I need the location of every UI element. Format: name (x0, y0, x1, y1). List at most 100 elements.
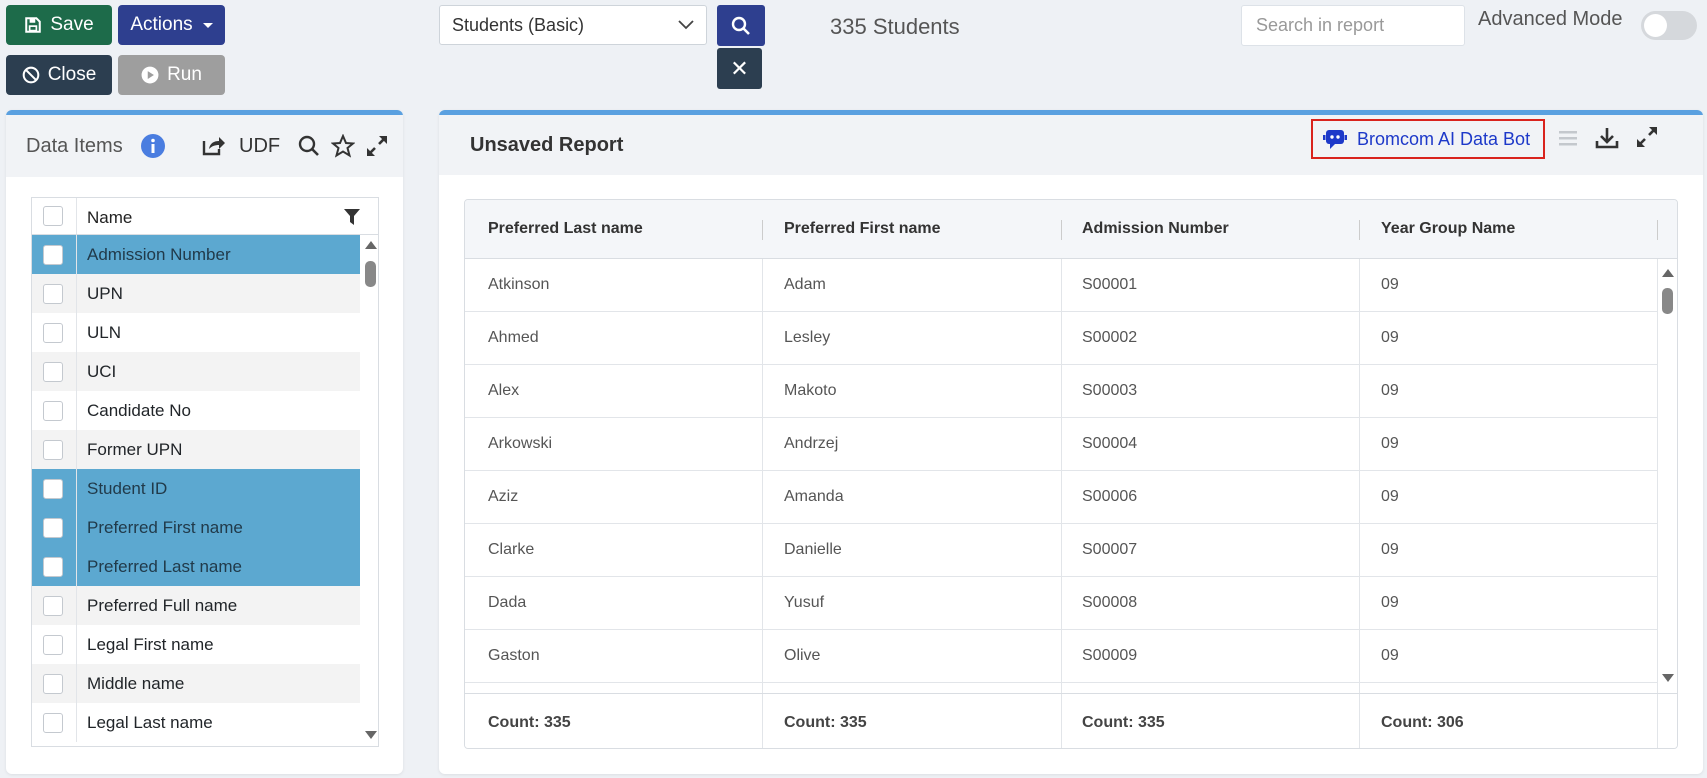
item-checkbox[interactable] (43, 361, 63, 382)
chevron-down-icon (678, 20, 694, 30)
footer-count-last-name: Count: 335 (488, 714, 571, 731)
advanced-mode-toggle[interactable] (1641, 11, 1697, 40)
list-item-label: Admission Number (87, 245, 231, 264)
list-item-label: Middle name (87, 674, 185, 693)
clear-button[interactable]: ✕ (717, 48, 762, 89)
cell-last-name: Alex (488, 382, 520, 399)
expand-icon[interactable] (1636, 126, 1658, 153)
select-all-checkbox[interactable] (43, 206, 63, 226)
expand-icon[interactable] (364, 133, 390, 159)
scroll-thumb[interactable] (1662, 288, 1673, 314)
star-icon[interactable] (330, 133, 356, 159)
cell-year-group: 09 (1381, 435, 1399, 452)
cell-first-name: Adam (784, 276, 826, 293)
advanced-mode-label: Advanced Mode (1478, 8, 1623, 30)
list-item[interactable]: Preferred Full name (32, 586, 360, 625)
data-items-table: Name Admission Number UPN ULN UCI Candidate … (31, 197, 379, 747)
actions-label: Actions (130, 14, 193, 35)
item-checkbox[interactable] (43, 712, 63, 733)
item-checkbox[interactable] (43, 439, 63, 460)
floppy-disk-icon (25, 17, 42, 33)
report-title: Unsaved Report (470, 134, 624, 156)
item-checkbox[interactable] (43, 595, 63, 616)
cell-last-name: Dada (488, 594, 527, 611)
list-item-label: ULN (87, 323, 122, 342)
report-search-input[interactable] (1241, 5, 1465, 46)
ban-icon (22, 66, 40, 84)
cell-first-name: Yusuf (784, 594, 825, 611)
share-export-icon[interactable] (200, 133, 226, 159)
run-button[interactable]: Run (118, 55, 225, 95)
search-icon (731, 16, 750, 35)
scroll-thumb[interactable] (365, 261, 376, 287)
cell-year-group: 09 (1381, 276, 1399, 293)
cell-last-name: Gaston (488, 647, 540, 664)
cell-admission-number: S00003 (1082, 382, 1138, 399)
item-checkbox[interactable] (43, 283, 63, 304)
data-items-panel: Data Items UDF Name Admission Number UPN U… (6, 110, 403, 774)
scroll-down-icon[interactable] (1662, 674, 1674, 682)
list-item[interactable]: Preferred First name (32, 508, 360, 547)
item-checkbox[interactable] (43, 517, 63, 538)
search-button[interactable] (717, 5, 765, 46)
cell-last-name: Atkinson (488, 276, 550, 293)
column-header-year-group-name[interactable]: Year Group Name (1381, 220, 1515, 238)
list-item[interactable]: Legal First name (32, 625, 360, 664)
play-circle-icon (141, 66, 159, 84)
list-item[interactable]: Middle name (32, 664, 360, 703)
caret-down-icon (202, 22, 213, 28)
list-item[interactable]: UPN (32, 274, 360, 313)
cell-year-group: 09 (1381, 541, 1399, 558)
item-checkbox[interactable] (43, 478, 63, 499)
cell-year-group: 09 (1381, 382, 1399, 399)
list-item-label: Student ID (87, 479, 168, 498)
report-panel: Unsaved Report Bromcom AI Data Bot Prefe… (439, 110, 1703, 774)
actions-dropdown-button[interactable]: Actions (118, 5, 225, 45)
download-icon[interactable] (1595, 126, 1619, 155)
data-items-header: Data Items UDF (6, 115, 403, 177)
list-item-label: UPN (87, 284, 123, 303)
list-item[interactable]: Candidate No (32, 391, 360, 430)
data-items-scrollbar[interactable] (361, 235, 378, 746)
menu-icon[interactable] (1558, 129, 1578, 152)
cell-first-name: Lesley (784, 329, 831, 346)
list-item[interactable]: Legal Last name (32, 703, 360, 742)
item-checkbox[interactable] (43, 634, 63, 655)
list-item-label: Preferred First name (87, 518, 243, 537)
cell-last-name: Aziz (488, 488, 519, 505)
student-count: 335 Students (830, 14, 960, 39)
list-item[interactable]: ULN (32, 313, 360, 352)
search-icon[interactable] (296, 133, 322, 159)
footer-count-admission-number: Count: 335 (1082, 714, 1165, 731)
item-checkbox[interactable] (43, 322, 63, 343)
save-button[interactable]: Save (6, 5, 112, 45)
report-type-select[interactable]: Students (Basic) (439, 5, 707, 45)
report-table-header: Preferred Last name Preferred First name… (465, 200, 1677, 259)
run-label: Run (167, 64, 202, 85)
cell-admission-number: S00002 (1082, 329, 1138, 346)
report-header: Unsaved Report Bromcom AI Data Bot (439, 115, 1703, 175)
list-item[interactable]: Preferred Last name (32, 547, 360, 586)
scroll-up-icon[interactable] (1662, 269, 1674, 277)
item-checkbox[interactable] (43, 556, 63, 577)
footer-count-first-name: Count: 335 (784, 714, 867, 731)
list-item[interactable]: Former UPN (32, 430, 360, 469)
column-header-admission-number[interactable]: Admission Number (1082, 220, 1229, 238)
list-item[interactable]: Admission Number (32, 235, 360, 274)
column-header-preferred-last-name[interactable]: Preferred Last name (488, 220, 643, 238)
report-scrollbar[interactable] (1658, 259, 1677, 693)
filter-icon[interactable] (344, 209, 360, 230)
ai-data-bot-button[interactable]: Bromcom AI Data Bot (1311, 119, 1545, 159)
cell-year-group: 09 (1381, 488, 1399, 505)
udf-button[interactable]: UDF (239, 135, 280, 158)
list-item[interactable]: UCI (32, 352, 360, 391)
item-checkbox[interactable] (43, 673, 63, 694)
scroll-up-icon[interactable] (365, 241, 377, 249)
column-header-preferred-first-name[interactable]: Preferred First name (784, 220, 941, 238)
item-checkbox[interactable] (43, 400, 63, 421)
close-button[interactable]: Close (6, 55, 112, 95)
scroll-down-icon[interactable] (365, 731, 377, 739)
info-icon[interactable] (140, 133, 166, 159)
list-item[interactable]: Student ID (32, 469, 360, 508)
item-checkbox[interactable] (43, 244, 63, 265)
